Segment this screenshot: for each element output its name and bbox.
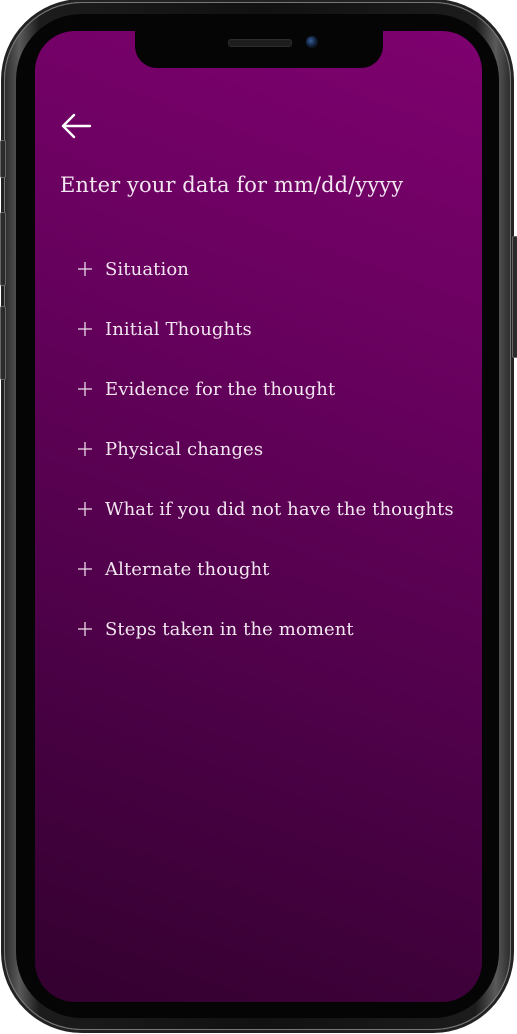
- power-button: [512, 236, 517, 358]
- section-item-label: Steps taken in the moment: [105, 618, 354, 640]
- section-item-steps-taken[interactable]: Steps taken in the moment: [77, 599, 477, 659]
- section-item-situation[interactable]: Situation: [77, 239, 477, 299]
- plus-icon: [77, 559, 105, 579]
- plus-icon: [77, 499, 105, 519]
- back-button[interactable]: [60, 111, 94, 141]
- page-title: Enter your data for mm/dd/yyyy: [60, 173, 404, 197]
- mute-switch: [0, 140, 6, 178]
- section-item-label: Situation: [105, 258, 189, 280]
- plus-icon: [77, 379, 105, 399]
- plus-icon: [77, 259, 105, 279]
- front-camera-icon: [306, 36, 318, 48]
- app-screen: Enter your data for mm/dd/yyyy Situation…: [35, 31, 482, 1002]
- section-item-initial-thoughts[interactable]: Initial Thoughts: [77, 299, 477, 359]
- plus-icon: [77, 319, 105, 339]
- section-item-label: Initial Thoughts: [105, 318, 252, 340]
- section-item-evidence[interactable]: Evidence for the thought: [77, 359, 477, 419]
- section-item-physical-changes[interactable]: Physical changes: [77, 419, 477, 479]
- volume-down-button: [0, 306, 6, 380]
- arrow-left-icon: [61, 113, 92, 139]
- section-item-label: Evidence for the thought: [105, 378, 336, 400]
- section-item-alternate-thought[interactable]: Alternate thought: [77, 539, 477, 599]
- section-item-label: What if you did not have the thoughts: [105, 498, 454, 520]
- section-item-label: Physical changes: [105, 438, 264, 460]
- volume-up-button: [0, 212, 6, 286]
- notch: [135, 31, 383, 68]
- earpiece-speaker: [228, 39, 292, 47]
- entry-section-list: Situation Initial Thoughts Evidence for …: [77, 239, 477, 659]
- section-item-label: Alternate thought: [105, 558, 270, 580]
- plus-icon: [77, 439, 105, 459]
- plus-icon: [77, 619, 105, 639]
- section-item-without-thoughts[interactable]: What if you did not have the thoughts: [77, 479, 477, 539]
